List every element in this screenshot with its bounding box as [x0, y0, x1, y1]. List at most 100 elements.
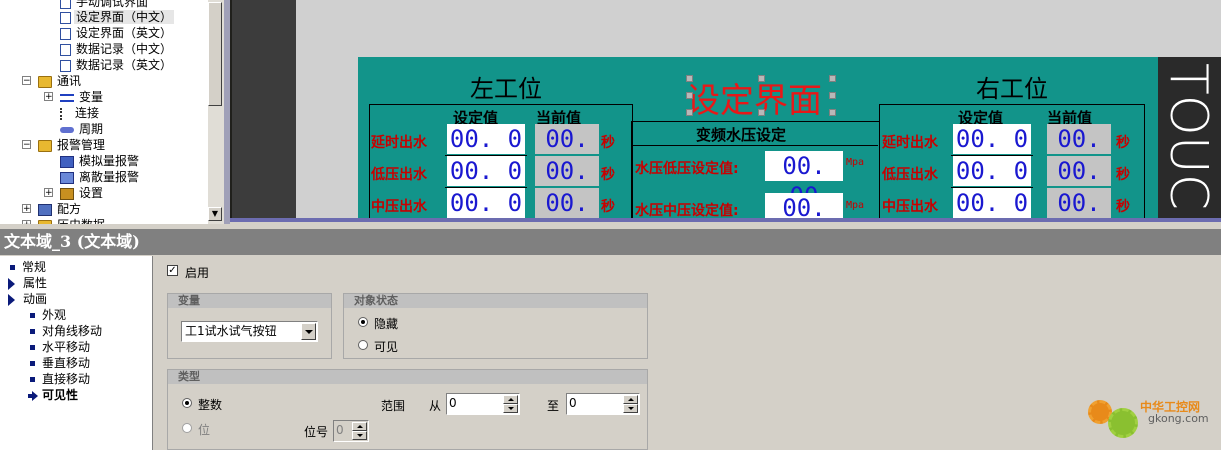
- gear-logo-icon: [1108, 408, 1138, 438]
- tree-expand-icon[interactable]: +: [44, 188, 53, 198]
- page-icon: [60, 11, 71, 24]
- spin-up-icon[interactable]: [503, 395, 518, 404]
- type-bit-label: 位: [198, 423, 211, 437]
- selection-handle[interactable]: [829, 109, 836, 116]
- spin-down-icon[interactable]: [623, 404, 638, 413]
- variable-combo[interactable]: 工1试水试气按钮: [181, 321, 318, 342]
- type-integer-radio[interactable]: [182, 398, 192, 408]
- tree-item-label: 通讯: [57, 74, 82, 88]
- tree-item[interactable]: + 变量: [44, 89, 105, 105]
- state-visible-label: 可见: [374, 340, 399, 354]
- selection-handle[interactable]: [686, 92, 693, 99]
- tree-collapse-icon[interactable]: −: [22, 140, 31, 150]
- tree-item[interactable]: 周期: [60, 121, 105, 137]
- nav-item[interactable]: 可见性: [28, 387, 78, 403]
- tree-item[interactable]: 离散量报警: [60, 169, 141, 185]
- left-current-value: 00. 0: [535, 124, 599, 183]
- tree-item[interactable]: 模拟量报警: [60, 153, 141, 169]
- tree-item[interactable]: +历史数据: [22, 217, 107, 224]
- properties-nav[interactable]: 常规 属性 动画 外观 对角线移动 水平移动 垂直移动直接移动 可见性: [0, 256, 153, 450]
- hmi-screen[interactable]: 左工位 设定值 当前值 设定界面 变频水压设定 水压低压设定值: 00. 00 …: [358, 57, 1158, 218]
- tree-expand-icon[interactable]: +: [44, 92, 53, 102]
- nav-item[interactable]: 垂直移动: [30, 355, 90, 371]
- nav-item-label: 外观: [42, 308, 67, 322]
- state-hidden-radio[interactable]: [358, 317, 368, 327]
- expand-triangle-icon: [8, 293, 15, 306]
- range-from-spinner[interactable]: 0: [446, 393, 520, 415]
- selection-handle[interactable]: [829, 92, 836, 99]
- type-bit-radio[interactable]: [182, 423, 192, 433]
- page-icon: [60, 59, 71, 72]
- tree-item[interactable]: + 设置: [44, 185, 105, 201]
- left-unit: 秒: [601, 135, 615, 151]
- bit-number-label: 位号: [304, 425, 329, 439]
- selection-handle[interactable]: [686, 75, 693, 82]
- tree-item[interactable]: + 配方: [22, 201, 83, 217]
- selection-handle[interactable]: [829, 75, 836, 82]
- right-set-value[interactable]: 00. 0: [953, 156, 1031, 186]
- spin-up-icon[interactable]: [352, 422, 367, 431]
- left-unit: 秒: [601, 199, 615, 215]
- tree-expand-icon[interactable]: +: [22, 204, 31, 214]
- vfd-mid-unit: Mpa: [846, 200, 865, 211]
- bullet-icon: [30, 377, 35, 382]
- tree-item-label: 配方: [57, 202, 82, 216]
- bullet-icon: [30, 345, 35, 350]
- spin-up-icon[interactable]: [623, 395, 638, 404]
- tree-item[interactable]: − 通讯: [22, 73, 83, 89]
- selection-handle[interactable]: [758, 75, 765, 82]
- project-tree[interactable]: 手动调试界面 设定界面（中文） 设定界面（英文） 数据记录（中文） 数据记录（英文） − 通…: [0, 0, 225, 224]
- properties-title: 文本域_3 (文本域): [0, 229, 1221, 255]
- screen-title-text[interactable]: 设定界面: [686, 73, 822, 122]
- bullet-icon: [30, 361, 35, 366]
- selection-handle[interactable]: [758, 109, 765, 116]
- variable-group-header: 变量: [168, 294, 331, 308]
- nav-item[interactable]: 对角线移动: [30, 323, 102, 339]
- to-label: 至: [547, 399, 560, 413]
- nav-item-label: 直接移动: [42, 372, 91, 386]
- nav-item[interactable]: 外观: [30, 307, 66, 323]
- right-set-value[interactable]: 00. 0: [953, 124, 1031, 154]
- discrete-alarm-icon: [60, 171, 74, 184]
- tree-item[interactable]: 数据记录（英文）: [60, 57, 174, 73]
- type-group-header: 类型: [168, 370, 647, 384]
- spin-down-icon[interactable]: [352, 431, 367, 440]
- right-row-label: 延时出水: [882, 135, 938, 151]
- settings-folder-icon: [60, 187, 74, 200]
- tree-item[interactable]: 数据记录（中文）: [60, 41, 174, 57]
- tree-item-label: 变量: [79, 90, 104, 104]
- nav-item[interactable]: 属性: [8, 275, 47, 291]
- enable-checkbox[interactable]: ✓: [167, 265, 178, 276]
- state-hidden-label: 隐藏: [374, 317, 399, 331]
- tree-item[interactable]: − 报警管理: [22, 137, 107, 153]
- nav-item[interactable]: 直接移动: [30, 371, 90, 387]
- state-visible-radio[interactable]: [358, 340, 368, 350]
- spin-down-icon[interactable]: [503, 404, 518, 413]
- tree-item-label: 周期: [79, 122, 104, 136]
- vfd-low-value[interactable]: 00. 00: [765, 151, 843, 210]
- tree-item-label: 设置: [79, 186, 104, 200]
- tree-collapse-icon[interactable]: −: [22, 76, 31, 86]
- expand-triangle-icon: [8, 277, 15, 290]
- current-arrow-icon: [32, 390, 38, 401]
- nav-item[interactable]: 常规: [10, 259, 46, 275]
- tree-scrollbar-thumb[interactable]: [208, 2, 222, 106]
- combo-dropdown-icon[interactable]: [301, 323, 316, 340]
- vfd-mid-value[interactable]: 00. 00: [765, 193, 843, 218]
- selection-handle[interactable]: [686, 109, 693, 116]
- left-set-value[interactable]: 00. 0: [447, 188, 525, 218]
- nav-item[interactable]: 水平移动: [30, 339, 90, 355]
- tree-scroll-down-button[interactable]: ▼: [208, 207, 222, 221]
- range-to-spinner[interactable]: 0: [566, 393, 640, 415]
- right-set-value[interactable]: 00. 0: [953, 188, 1031, 218]
- nav-item[interactable]: 动画: [8, 291, 47, 307]
- tree-item[interactable]: 设定界面（中文）: [60, 9, 175, 25]
- left-current-value: 00. 0: [535, 156, 599, 215]
- tree-item[interactable]: 设定界面（英文）: [60, 25, 174, 41]
- left-set-value[interactable]: 00. 0: [447, 124, 525, 154]
- bit-number-spinner[interactable]: 0: [333, 420, 369, 442]
- left-set-value[interactable]: 00. 0: [447, 156, 525, 186]
- nav-item-label: 垂直移动: [42, 356, 91, 370]
- from-label: 从: [429, 399, 442, 413]
- tree-item[interactable]: 连接: [60, 105, 101, 121]
